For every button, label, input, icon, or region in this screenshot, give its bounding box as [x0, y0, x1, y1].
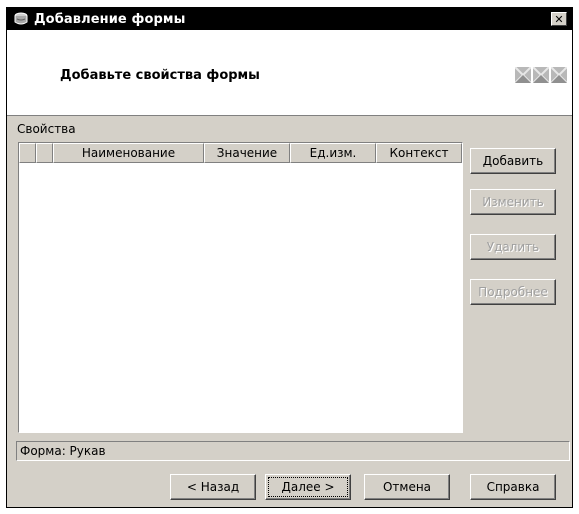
column-header-marker[interactable]	[19, 143, 36, 163]
header-title: Добавьте свойства формы	[60, 68, 260, 83]
delete-button[interactable]: Удалить	[470, 234, 556, 260]
edit-button[interactable]: Изменить	[470, 189, 556, 215]
wizard-header: Добавьте свойства формы	[7, 30, 572, 116]
column-header-flag[interactable]	[36, 143, 53, 163]
column-header-context[interactable]: Контекст	[376, 143, 462, 163]
properties-label: Свойства	[17, 122, 76, 136]
status-bar: Форма: Рукав	[16, 441, 570, 461]
app-icon	[13, 11, 29, 27]
back-button[interactable]: < Назад	[170, 474, 256, 500]
properties-table[interactable]: Наименование Значение Ед.изм. Контекст	[18, 142, 463, 433]
window-title: Добавление формы	[34, 11, 186, 27]
help-button[interactable]: Справка	[470, 474, 556, 500]
dialog-window: Добавление формы ✕ Добавьте свойства фор…	[6, 7, 573, 508]
column-header-unit[interactable]: Ед.изм.	[290, 143, 376, 163]
column-header-name[interactable]: Наименование	[53, 143, 204, 163]
details-button[interactable]: Подробнее	[470, 279, 556, 305]
add-button[interactable]: Добавить	[470, 148, 556, 174]
next-button[interactable]: Далее >	[265, 474, 351, 500]
table-header: Наименование Значение Ед.изм. Контекст	[19, 143, 462, 163]
column-header-value[interactable]: Значение	[204, 143, 290, 163]
close-icon: ✕	[554, 12, 564, 26]
close-button[interactable]: ✕	[551, 12, 567, 26]
cancel-button[interactable]: Отмена	[364, 474, 450, 500]
title-bar[interactable]: Добавление формы ✕	[7, 8, 572, 30]
wizard-logo-icon	[515, 67, 567, 83]
